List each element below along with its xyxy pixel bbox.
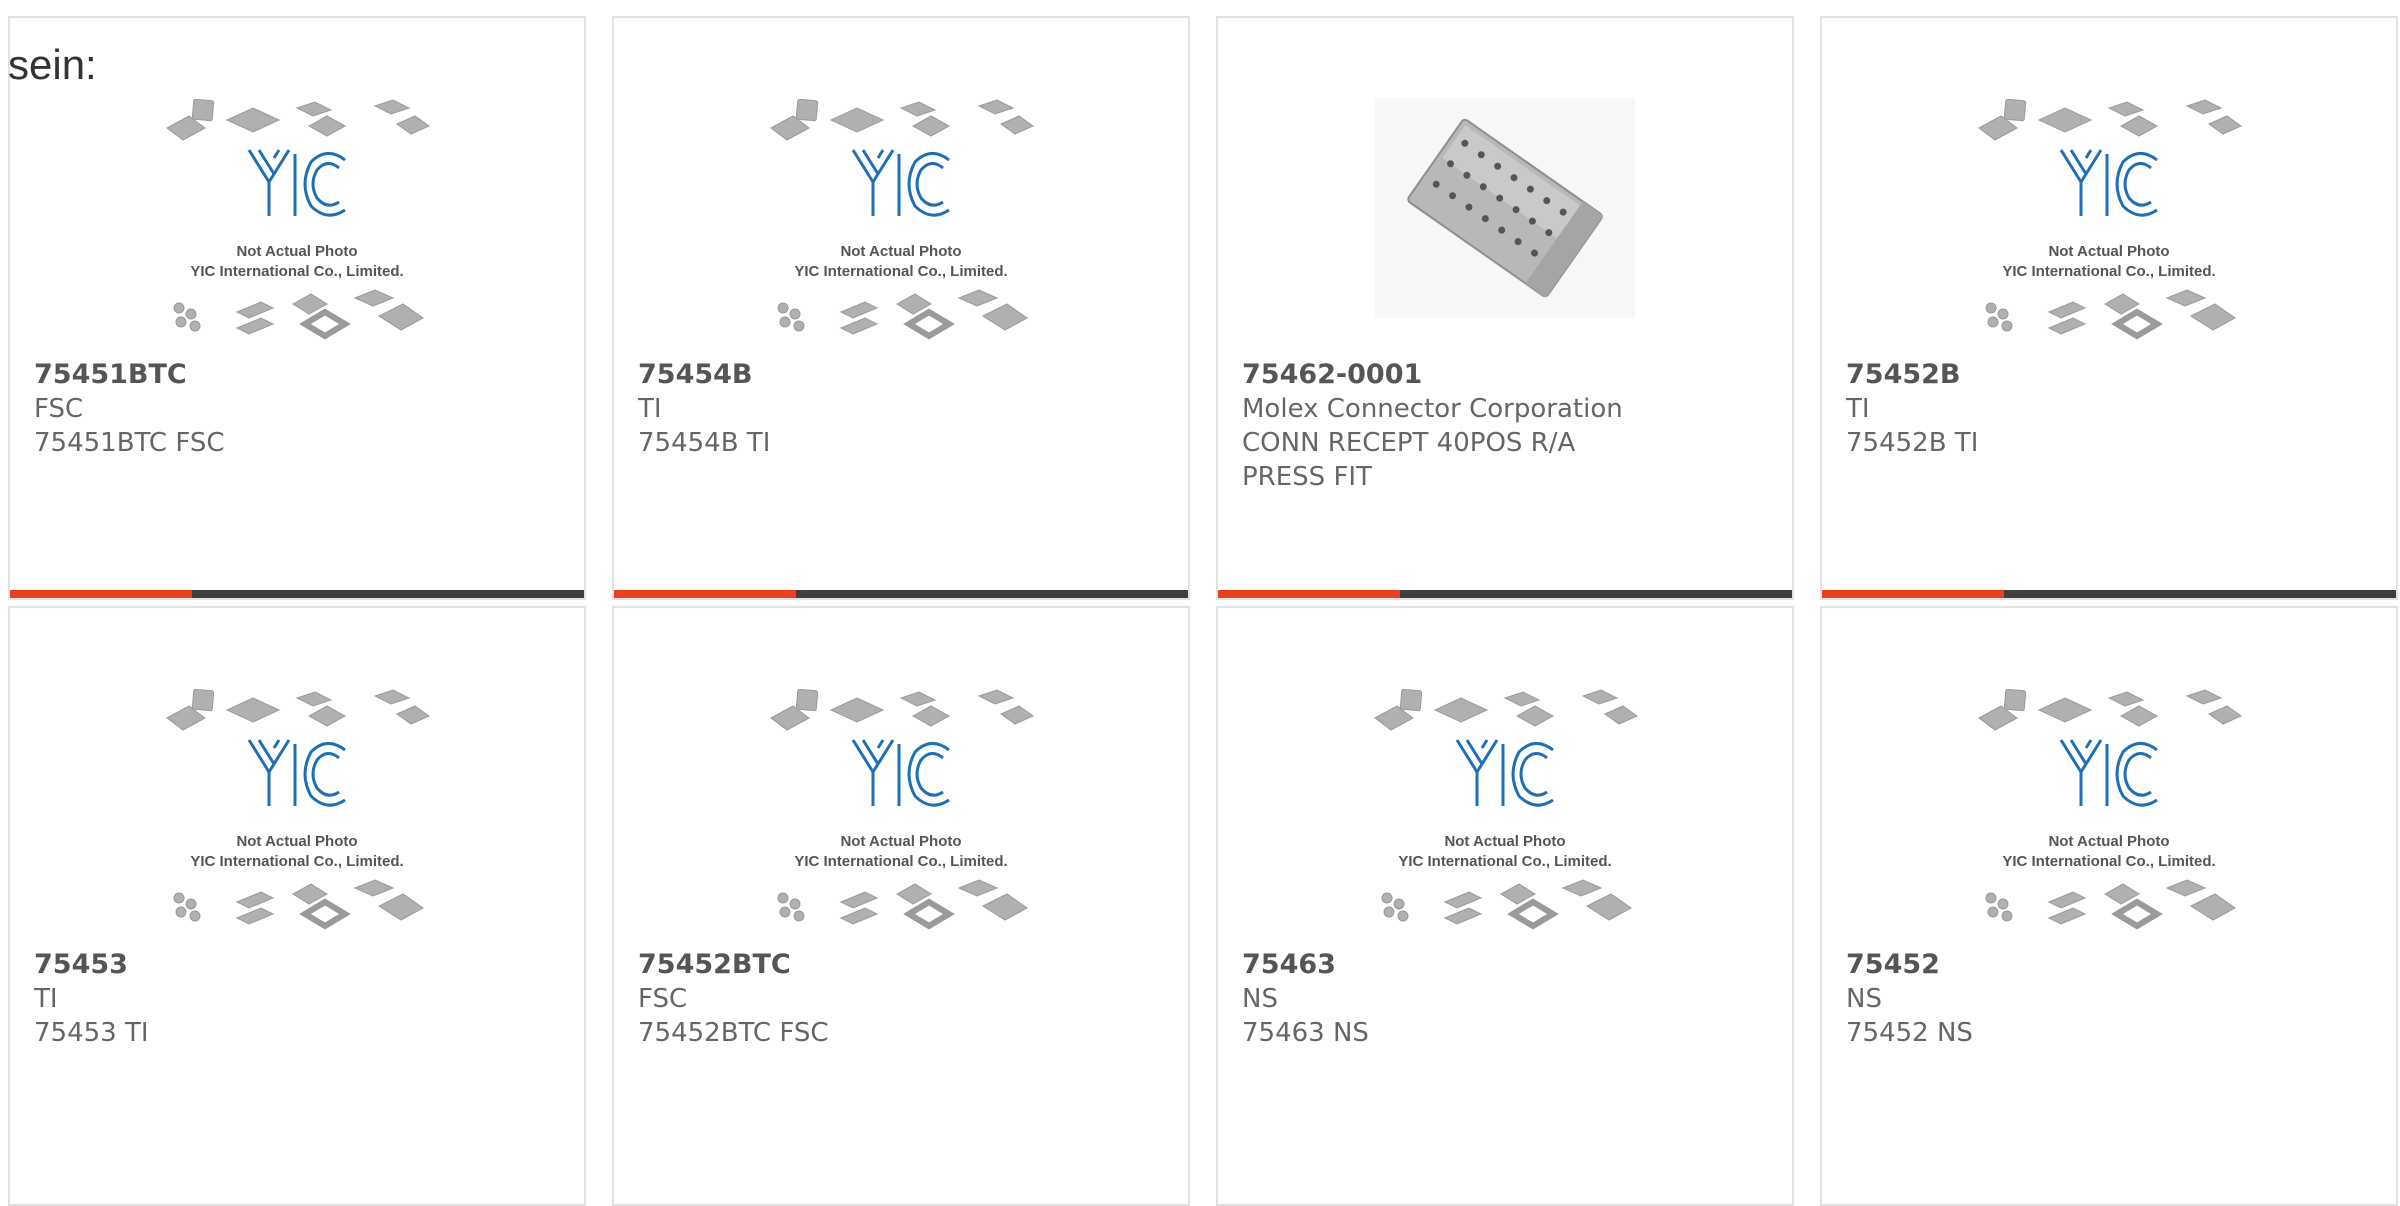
placeholder-line-1: Not Actual Photo: [236, 243, 357, 260]
part-number-link[interactable]: 75453: [34, 948, 560, 982]
product-card[interactable]: Not Actual Photo YIC International Co., …: [1820, 16, 2398, 600]
product-card[interactable]: Not Actual Photo YIC International Co., …: [8, 16, 586, 600]
placeholder-image[interactable]: Not Actual Photo YIC International Co., …: [761, 688, 1041, 948]
product-info: 75462-0001 Molex Connector Corporation CON…: [1242, 358, 1768, 494]
part-number-link[interactable]: 75454B: [638, 358, 1164, 392]
card-accent-strip: [614, 590, 796, 598]
product-info: 75452B TI 75452B TI: [1846, 358, 2372, 460]
part-number-link[interactable]: 75462-0001: [1242, 358, 1768, 392]
placeholder-line-2: YIC International Co., Limited.: [794, 263, 1007, 280]
placeholder-line-2: YIC International Co., Limited.: [1398, 853, 1611, 870]
product-card[interactable]: Not Actual Photo YIC International Co., …: [612, 606, 1190, 1206]
placeholder-line-2: YIC International Co., Limited.: [794, 853, 1007, 870]
product-card[interactable]: Not Actual Photo YIC International Co., …: [612, 16, 1190, 600]
placeholder-line-2: YIC International Co., Limited.: [2002, 263, 2215, 280]
card-bottom-bar: [614, 590, 1188, 598]
product-card[interactable]: Not Actual Photo YIC International Co., …: [1820, 606, 2398, 1206]
product-photo[interactable]: [1365, 98, 1645, 358]
manufacturer-name: NS: [1242, 984, 1278, 1014]
manufacturer-name: TI: [34, 984, 58, 1014]
product-card[interactable]: Not Actual Photo YIC International Co., …: [8, 606, 586, 1206]
product-card[interactable]: Not Actual Photo YIC International Co., …: [1216, 606, 1794, 1206]
product-description: 75453 TI: [34, 1018, 149, 1048]
manufacturer-name: FSC: [638, 984, 688, 1014]
placeholder-line-2: YIC International Co., Limited.: [190, 263, 403, 280]
manufacturer-name: FSC: [34, 394, 84, 424]
card-bottom-bar: [1218, 590, 1792, 598]
card-accent-strip: [1218, 590, 1400, 598]
product-description: 75452BTC FSC: [638, 1018, 829, 1048]
card-accent-strip: [10, 590, 192, 598]
card-bottom-bar: [1822, 590, 2396, 598]
placeholder-line-2: YIC International Co., Limited.: [190, 853, 403, 870]
placeholder-line-1: Not Actual Photo: [1444, 833, 1565, 850]
placeholder-image[interactable]: Not Actual Photo YIC International Co., …: [761, 98, 1041, 358]
product-description: 75451BTC FSC: [34, 428, 225, 458]
product-description: CONN RECEPT 40POS R/A PRESS FIT: [1242, 428, 1576, 492]
product-info: 75454B TI 75454B TI: [638, 358, 1164, 460]
placeholder-image[interactable]: Not Actual Photo YIC International Co., …: [1969, 688, 2249, 948]
placeholder-line-1: Not Actual Photo: [840, 243, 961, 260]
product-description: 75463 NS: [1242, 1018, 1369, 1048]
placeholder-line-2: YIC International Co., Limited.: [2002, 853, 2215, 870]
part-number-link[interactable]: 75451BTC: [34, 358, 560, 392]
product-info: 75453 TI 75453 TI: [34, 948, 560, 1050]
placeholder-image[interactable]: Not Actual Photo YIC International Co., …: [1969, 98, 2249, 358]
card-accent-strip: [1822, 590, 2004, 598]
placeholder-image[interactable]: Not Actual Photo YIC International Co., …: [1365, 688, 1645, 948]
manufacturer-name: NS: [1846, 984, 1882, 1014]
manufacturer-name: TI: [638, 394, 662, 424]
product-description: 75454B TI: [638, 428, 771, 458]
placeholder-line-1: Not Actual Photo: [2048, 243, 2169, 260]
product-info: 75452 NS 75452 NS: [1846, 948, 2372, 1050]
part-number-link[interactable]: 75452: [1846, 948, 2372, 982]
product-info: 75451BTC FSC 75451BTC FSC: [34, 358, 560, 460]
placeholder-line-1: Not Actual Photo: [2048, 833, 2169, 850]
product-info: 75452BTC FSC 75452BTC FSC: [638, 948, 1164, 1050]
placeholder-image[interactable]: Not Actual Photo YIC International Co., …: [157, 98, 437, 358]
part-number-link[interactable]: 75463: [1242, 948, 1768, 982]
placeholder-line-1: Not Actual Photo: [236, 833, 357, 850]
part-number-link[interactable]: 75452B: [1846, 358, 2372, 392]
product-info: 75463 NS 75463 NS: [1242, 948, 1768, 1050]
product-card[interactable]: 75462-0001 Molex Connector Corporation CON…: [1216, 16, 1794, 600]
product-description: 75452B TI: [1846, 428, 1979, 458]
placeholder-line-1: Not Actual Photo: [840, 833, 961, 850]
part-number-link[interactable]: 75452BTC: [638, 948, 1164, 982]
text-fragment: sein:: [8, 41, 97, 88]
product-description: 75452 NS: [1846, 1018, 1973, 1048]
placeholder-image[interactable]: Not Actual Photo YIC International Co., …: [157, 688, 437, 948]
manufacturer-name: Molex Connector Corporation: [1242, 394, 1623, 424]
card-bottom-bar: [10, 590, 584, 598]
manufacturer-name: TI: [1846, 394, 1870, 424]
